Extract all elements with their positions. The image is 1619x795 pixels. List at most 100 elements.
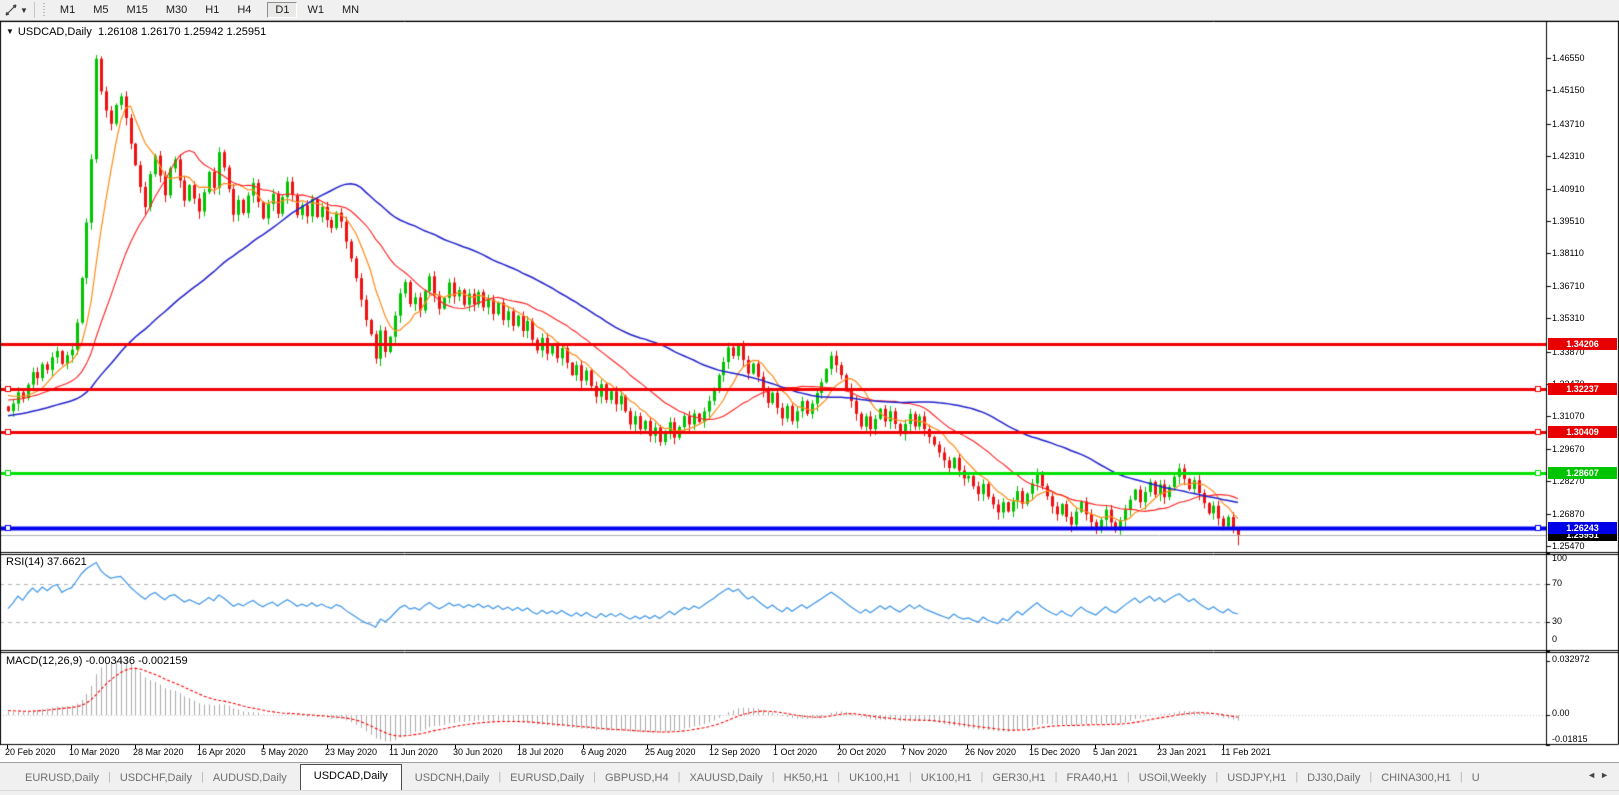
timeframe-button-m15[interactable]: M15 bbox=[118, 2, 155, 18]
date-axis-label: 6 Aug 2020 bbox=[581, 747, 627, 757]
date-axis-tick bbox=[967, 745, 968, 749]
chart-tab-usdcnh-daily[interactable]: USDCNH,Daily bbox=[404, 767, 501, 791]
chart-tab-usdcad-daily[interactable]: USDCAD,Daily bbox=[300, 764, 402, 791]
date-axis-tick bbox=[583, 745, 584, 749]
chart-tab-audusd-daily[interactable]: AUDUSD,Daily bbox=[202, 767, 298, 791]
price-axis-tick-label: 1.40910 bbox=[1552, 184, 1585, 194]
price-axis-tick-label: 1.45150 bbox=[1552, 85, 1585, 95]
timeframe-button-d1[interactable]: D1 bbox=[267, 2, 297, 18]
macd-axis-label: 0.032972 bbox=[1552, 654, 1590, 664]
chart-tab-uk100-h1[interactable]: UK100,H1 bbox=[838, 767, 911, 791]
price-axis-tick-label: 1.26870 bbox=[1552, 509, 1585, 519]
date-axis-tick bbox=[71, 745, 72, 749]
chart-tab-eurusd-daily[interactable]: EURUSD,Daily bbox=[14, 767, 110, 791]
timeframe-button-m30[interactable]: M30 bbox=[158, 2, 195, 18]
date-axis-tick bbox=[1159, 745, 1160, 749]
date-axis-tick bbox=[647, 745, 648, 749]
chart-tab-dj30-daily[interactable]: DJ30,Daily bbox=[1296, 767, 1371, 791]
timeframe-button-mn[interactable]: MN bbox=[334, 2, 367, 18]
date-axis-label: 5 Jan 2021 bbox=[1093, 747, 1138, 757]
symbol-dropdown-icon[interactable]: ▼ bbox=[6, 27, 14, 36]
price-line-badge: 1.32237 bbox=[1548, 383, 1617, 395]
chart-title: ▼ USDCAD,Daily 1.26108 1.26170 1.25942 1.… bbox=[6, 26, 266, 38]
mt4-window: ▼ M1M5M15M30H1H4 D1W1MN ▼ USDCAD,Daily 1.2… bbox=[0, 0, 1619, 795]
date-axis-label: 20 Feb 2020 bbox=[5, 747, 56, 757]
date-axis-label: 30 Jun 2020 bbox=[453, 747, 503, 757]
price-line-badge: 1.34206 bbox=[1548, 338, 1617, 350]
timeframe-button-m5[interactable]: M5 bbox=[85, 2, 116, 18]
price-axis-tick-label: 1.36710 bbox=[1552, 281, 1585, 291]
toolbar-drag-handle[interactable] bbox=[42, 3, 47, 17]
chart-symbol-label: USDCAD,Daily bbox=[18, 26, 92, 38]
date-axis-label: 23 Jan 2021 bbox=[1157, 747, 1207, 757]
date-axis-label: 18 Jul 2020 bbox=[517, 747, 564, 757]
tool-dropdown-caret[interactable]: ▼ bbox=[20, 6, 28, 15]
date-axis-tick bbox=[1223, 745, 1224, 749]
chart-tab-eurusd-daily[interactable]: EURUSD,Daily bbox=[499, 767, 595, 791]
date-axis-label: 15 Dec 2020 bbox=[1029, 747, 1080, 757]
date-axis-tick bbox=[199, 745, 200, 749]
timeframe-button-m1[interactable]: M1 bbox=[52, 2, 83, 18]
timeframe-toolbar: ▼ M1M5M15M30H1H4 D1W1MN bbox=[0, 0, 1619, 21]
date-axis-label: 23 May 2020 bbox=[325, 747, 377, 757]
chart-tab-usdjpy-h1[interactable]: USDJPY,H1 bbox=[1216, 767, 1297, 791]
price-axis-tick-label: 1.31070 bbox=[1552, 411, 1585, 421]
date-axis-label: 26 Nov 2020 bbox=[965, 747, 1016, 757]
macd-axis-label: -0.01815 bbox=[1552, 734, 1588, 744]
chart-tab-bar: EURUSD,Daily|USDCHF,Daily|AUDUSD,DailyUS… bbox=[0, 762, 1619, 791]
date-axis-tick bbox=[327, 745, 328, 749]
timeframe-button-h1[interactable]: H1 bbox=[197, 2, 227, 18]
tab-scroll-right-icon[interactable]: ► bbox=[1600, 770, 1613, 780]
price-axis-tick-label: 1.46550 bbox=[1552, 53, 1585, 63]
price-axis-tick-label: 1.38110 bbox=[1552, 248, 1584, 258]
price-axis-tick-label: 1.43710 bbox=[1552, 119, 1585, 129]
tab-scroll-left-icon[interactable]: ◄ bbox=[1587, 770, 1600, 780]
date-axis-label: 11 Jun 2020 bbox=[389, 747, 438, 757]
date-axis-tick bbox=[519, 745, 520, 749]
date-axis-label: 28 Mar 2020 bbox=[133, 747, 184, 757]
date-axis-label: 25 Aug 2020 bbox=[645, 747, 696, 757]
chart-tab-fra40-h1[interactable]: FRA40,H1 bbox=[1055, 767, 1128, 791]
toolbar-divider bbox=[34, 2, 35, 18]
rsi-axis-label: 70 bbox=[1552, 578, 1562, 588]
chart-tab-usdchf-daily[interactable]: USDCHF,Daily bbox=[109, 767, 203, 791]
chart-tab-china300-h1[interactable]: CHINA300,H1 bbox=[1370, 767, 1462, 791]
date-axis-label: 20 Oct 2020 bbox=[837, 747, 886, 757]
date-axis-label: 10 Mar 2020 bbox=[69, 747, 120, 757]
chart-tab-xauusd-daily[interactable]: XAUUSD,Daily bbox=[678, 767, 773, 791]
chart-tab-u[interactable]: U bbox=[1461, 767, 1491, 791]
chart-ohlc-values: 1.26108 1.26170 1.25942 1.25951 bbox=[98, 26, 266, 38]
tab-scroll-arrows: ◄► bbox=[1583, 770, 1613, 780]
date-axis-tick bbox=[775, 745, 776, 749]
timeframe-button-h4[interactable]: H4 bbox=[229, 2, 259, 18]
date-axis-tick bbox=[711, 745, 712, 749]
date-axis-label: 5 May 2020 bbox=[261, 747, 308, 757]
date-axis-label: 7 Nov 2020 bbox=[901, 747, 947, 757]
price-line-badge: 1.28607 bbox=[1548, 467, 1617, 479]
date-axis-tick bbox=[1095, 745, 1096, 749]
date-axis-label: 12 Sep 2020 bbox=[709, 747, 760, 757]
macd-indicator-label: MACD(12,26,9) -0.003436 -0.002159 bbox=[6, 655, 188, 667]
chart-tab-gbpusd-h4[interactable]: GBPUSD,H4 bbox=[594, 767, 680, 791]
date-axis-tick bbox=[263, 745, 264, 749]
status-strip bbox=[0, 790, 1619, 795]
date-axis-label: 16 Apr 2020 bbox=[197, 747, 246, 757]
price-chart-canvas[interactable] bbox=[0, 21, 1619, 751]
price-axis-tick-label: 1.35310 bbox=[1552, 313, 1585, 323]
price-axis-tick-label: 1.29670 bbox=[1552, 444, 1585, 454]
chart-tab-hk50-h1[interactable]: HK50,H1 bbox=[773, 767, 840, 791]
rsi-axis-label: 0 bbox=[1552, 634, 1557, 644]
chart-tab-usoil-weekly[interactable]: USOil,Weekly bbox=[1128, 767, 1218, 791]
timeframe-button-w1[interactable]: W1 bbox=[299, 2, 332, 18]
rsi-axis-label: 100 bbox=[1552, 553, 1567, 563]
date-axis-tick bbox=[1031, 745, 1032, 749]
date-axis-tick bbox=[455, 745, 456, 749]
date-axis-tick bbox=[135, 745, 136, 749]
rsi-indicator-label: RSI(14) 37.6621 bbox=[6, 556, 87, 568]
date-axis-tick bbox=[7, 745, 8, 749]
chart-tab-uk100-h1[interactable]: UK100,H1 bbox=[910, 767, 983, 791]
chart-tab-ger30-h1[interactable]: GER30,H1 bbox=[981, 767, 1056, 791]
date-axis-label: 1 Oct 2020 bbox=[773, 747, 817, 757]
crosshair-tool-icon[interactable] bbox=[2, 2, 20, 18]
rsi-axis-label: 30 bbox=[1552, 616, 1562, 626]
